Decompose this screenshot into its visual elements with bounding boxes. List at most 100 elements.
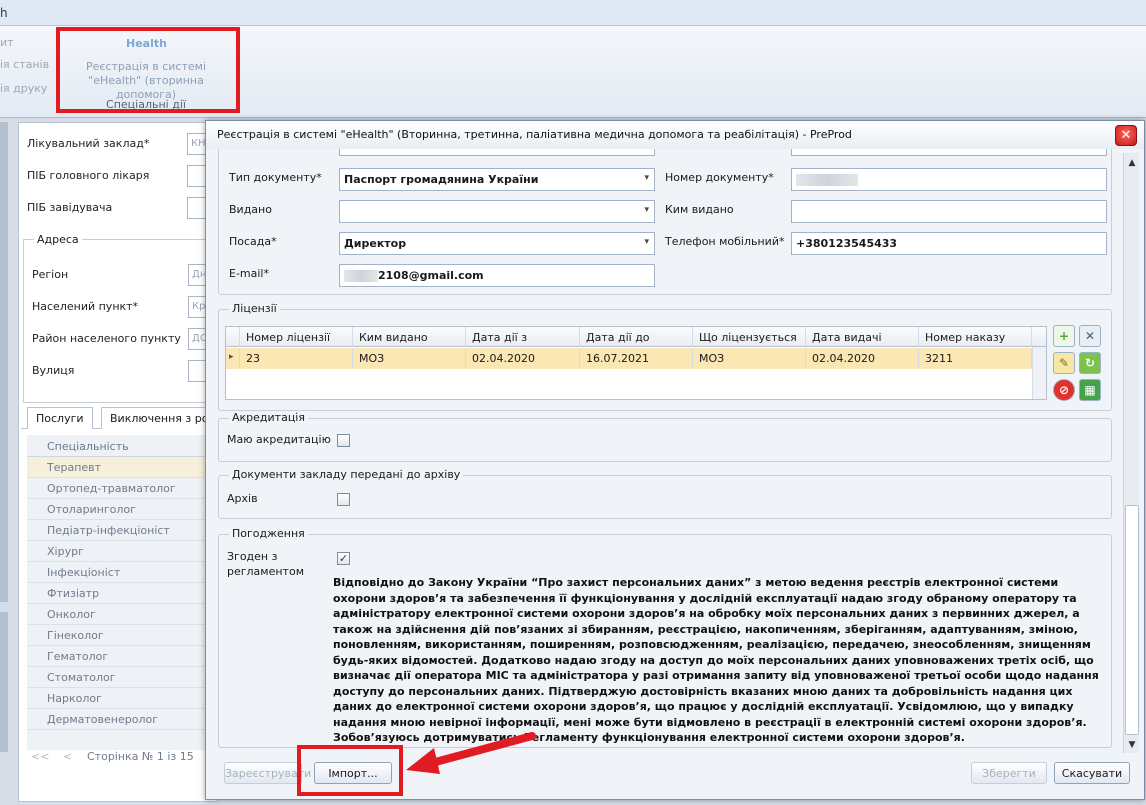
pager-prev-button[interactable]: < xyxy=(63,750,72,763)
list-item[interactable]: Ортопед-травматолог xyxy=(27,478,219,499)
list-item[interactable]: Нарколог xyxy=(27,688,219,709)
email-input[interactable]: 2108@gmail.com xyxy=(339,264,655,287)
grid-header-order-number[interactable]: Номер наказу xyxy=(919,327,1032,347)
cell-date-to[interactable]: 16.07.2021 xyxy=(580,348,693,368)
grid-header-issue-date[interactable]: Дата видачі xyxy=(806,327,919,347)
cell-order-number[interactable]: 3211 xyxy=(919,348,1032,368)
grid-header-subject[interactable]: Що ліцензується xyxy=(693,327,806,347)
list-item[interactable]: Гінеколог xyxy=(27,625,219,646)
consent-checkbox[interactable]: ✓ xyxy=(337,552,350,565)
register-button[interactable]: Зареєструвати xyxy=(224,762,311,784)
bg-label-city: Населений пункт* xyxy=(32,300,139,313)
scroll-down-icon[interactable]: ▼ xyxy=(1126,739,1138,751)
grid-header-indicator xyxy=(226,327,240,347)
bg-label-street: Вулиця xyxy=(32,364,75,377)
previous-field-cut[interactable] xyxy=(339,149,655,156)
bg-tabs: Послуги Виключення з ро xyxy=(21,407,219,429)
list-item[interactable]: Терапевт xyxy=(27,457,219,478)
ribbon-left-item-3[interactable]: ія друку xyxy=(0,82,47,95)
dialog-scrollbar[interactable]: ▲ ▼ xyxy=(1123,153,1139,753)
left-strip xyxy=(0,122,8,602)
phone-label: Телефон мобільний* xyxy=(665,235,785,248)
table-row[interactable]: ▸ 23 МОЗ 02.04.2020 16.07.2021 МОЗ 02.04… xyxy=(226,348,1034,369)
archive-checkbox[interactable] xyxy=(337,493,350,506)
scroll-up-icon[interactable]: ▲ xyxy=(1126,157,1138,169)
grid-header-date-from[interactable]: Дата дії з xyxy=(466,327,580,347)
refresh-icon[interactable]: ↻ xyxy=(1079,352,1101,374)
save-button[interactable]: Зберегти xyxy=(971,762,1047,784)
tab-services[interactable]: Послуги xyxy=(27,407,93,429)
ribbon-left-item-2[interactable]: ія станів xyxy=(0,58,49,71)
pager-first-button[interactable]: << xyxy=(31,750,49,763)
ehealth-registration-dialog: Реєстрація в системі "eHealth" (Вторинна… xyxy=(205,120,1145,800)
grid-header-number[interactable]: Номер ліцензії xyxy=(240,327,353,347)
cell-issued-by[interactable]: МОЗ xyxy=(353,348,466,368)
consent-label: Згоден з регламентом xyxy=(227,550,304,578)
archive-section: Документи закладу передані до архіву Арх… xyxy=(218,468,1112,519)
bg-address-title: Адреса xyxy=(34,233,82,246)
cancel-button[interactable]: Скасувати xyxy=(1054,762,1130,784)
doc-number-input[interactable] xyxy=(791,168,1107,191)
accreditation-section: Акредитація Маю акредитацію xyxy=(218,411,1112,462)
list-item[interactable]: Дерматовенеролог xyxy=(27,709,219,730)
specialty-list-header: Спеціальність xyxy=(27,435,219,457)
list-item[interactable]: Отоларинголог xyxy=(27,499,219,520)
list-item[interactable]: Онколог xyxy=(27,604,219,625)
ribbon-left-item-1[interactable]: ит xyxy=(0,36,14,49)
redacted-email-prefix xyxy=(344,270,378,282)
pager: << < Сторінка № 1 із 15 xyxy=(27,745,219,769)
export-excel-icon[interactable]: ▦ xyxy=(1079,379,1101,401)
tools-icon[interactable]: ✕ xyxy=(1079,325,1101,347)
doc-number-label: Номер документу* xyxy=(665,171,774,184)
grid-header-issued-by[interactable]: Ким видано xyxy=(353,327,466,347)
cell-subject[interactable]: МОЗ xyxy=(693,348,806,368)
add-record-icon[interactable]: + xyxy=(1053,325,1075,347)
bg-label-district: Район населеного пункту xyxy=(32,332,181,345)
phone-input[interactable]: +380123545433 xyxy=(791,232,1107,255)
delete-record-icon[interactable]: ⊘ xyxy=(1053,379,1075,401)
grid-header-date-to[interactable]: Дата дії до xyxy=(580,327,693,347)
phone-value: +380123545433 xyxy=(796,237,898,250)
doc-type-select[interactable]: Паспорт громадянина України xyxy=(339,168,655,191)
app-title: h xyxy=(0,6,8,20)
scroll-thumb[interactable] xyxy=(1125,505,1139,735)
left-strip-lower xyxy=(0,612,8,752)
bg-label-head: ПІБ завідувача xyxy=(27,201,113,214)
dialog-title-bar: Реєстрація в системі "eHealth" (Вторинна… xyxy=(206,121,1144,149)
list-item[interactable]: Гематолог xyxy=(27,646,219,667)
consent-text: Відповідно до Закону України “Про захист… xyxy=(333,576,1099,744)
list-item[interactable]: Хірург xyxy=(27,541,219,562)
cell-issue-date[interactable]: 02.04.2020 xyxy=(806,348,919,368)
issued-by-input[interactable] xyxy=(791,200,1107,223)
personal-section: Тип документу* Паспорт громадянина Украї… xyxy=(218,149,1112,295)
licenses-section: Ліцензії Номер ліцензії Ким видано Дата … xyxy=(218,302,1112,411)
licenses-grid-header: Номер ліцензії Ким видано Дата дії з Дат… xyxy=(226,327,1046,347)
issued-date-select[interactable] xyxy=(339,200,655,223)
position-select[interactable]: Директор xyxy=(339,232,655,255)
close-icon[interactable]: ✕ xyxy=(1115,125,1137,146)
accreditation-checkbox[interactable] xyxy=(337,434,350,447)
dialog-title: Реєстрація в системі "eHealth" (Вторинна… xyxy=(217,128,852,141)
list-item[interactable]: Інфекціоніст xyxy=(27,562,219,583)
dialog-body: Тип документу* Паспорт громадянина Украї… xyxy=(218,149,1122,749)
licenses-grid: Номер ліцензії Ким видано Дата дії з Дат… xyxy=(225,326,1047,400)
issued-by-label: Ким видано xyxy=(665,203,734,216)
accreditation-title: Акредитація xyxy=(229,411,308,424)
tab-exclusions[interactable]: Виключення з ро xyxy=(101,407,219,429)
archive-title: Документи закладу передані до архіву xyxy=(229,468,464,481)
redacted-doc-number xyxy=(796,174,858,186)
list-item[interactable]: Педіатр-інфекціоніст xyxy=(27,520,219,541)
doc-type-value: Паспорт громадянина України xyxy=(344,173,539,186)
position-value: Директор xyxy=(344,237,407,250)
edit-record-icon[interactable]: ✎ xyxy=(1053,352,1075,374)
previous-field-cut-2[interactable] xyxy=(791,149,1107,156)
bg-address-group: Адреса Регіон Дн Населений пункт* Кр Рай… xyxy=(23,233,220,403)
list-item[interactable]: Фтизіатр xyxy=(27,583,219,604)
background-form-panel: Лікувальний заклад* КН ПІБ головного лік… xyxy=(18,122,220,802)
email-value: 2108@gmail.com xyxy=(378,269,484,282)
cell-date-from[interactable]: 02.04.2020 xyxy=(466,348,580,368)
grid-scrollbar[interactable] xyxy=(1032,347,1046,399)
cell-number[interactable]: 23 xyxy=(240,348,353,368)
list-item[interactable]: Стоматолог xyxy=(27,667,219,688)
issued-label: Видано xyxy=(229,203,272,216)
